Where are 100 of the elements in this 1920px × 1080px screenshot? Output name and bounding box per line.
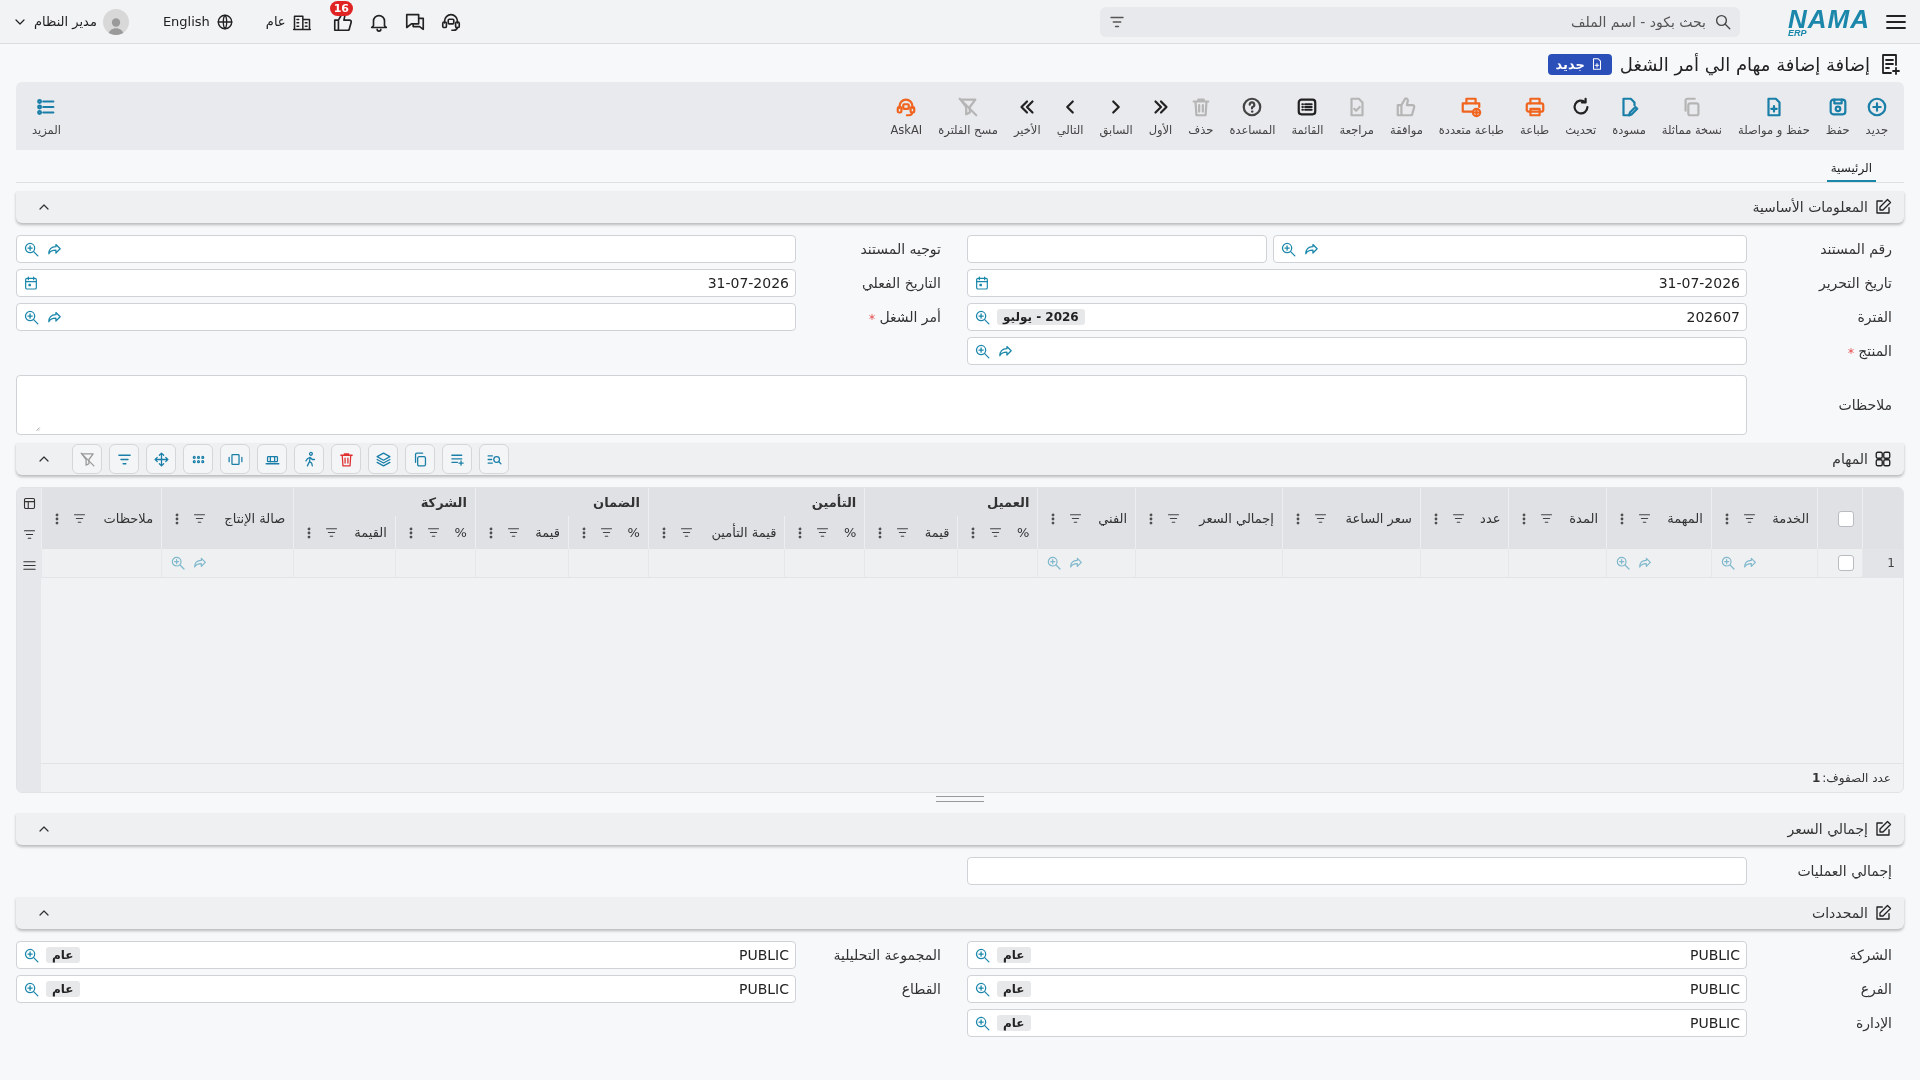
tab[interactable]: الرئيسية [1826,156,1876,182]
column-header[interactable]: % [568,516,649,549]
lookup-field[interactable] [16,303,796,331]
toolbar-button[interactable]: مسح الفلترة [932,91,1004,141]
filter-icon[interactable] [1637,511,1652,526]
toolbar-button[interactable]: المساعدة [1223,91,1282,141]
lookup-field[interactable] [967,337,1747,365]
filter-icon[interactable] [988,525,1004,540]
column-header[interactable]: المهمة [1606,488,1712,549]
column-header[interactable]: % [957,516,1038,549]
search-field[interactable]: بحث بكود - اسم الملف [1100,6,1740,37]
filter-icon[interactable] [72,511,87,526]
company-name[interactable]: عام [265,14,286,29]
notes-field[interactable] [16,375,1747,435]
column-header[interactable]: سعر الساعة [1282,488,1421,549]
column-header[interactable]: الفني [1037,488,1136,549]
filter-icon[interactable] [1068,511,1084,526]
copy-button[interactable] [405,444,435,474]
column-header[interactable]: % [784,516,865,549]
filter-icon[interactable] [21,527,37,542]
list-search-button[interactable] [479,444,509,474]
checkbox[interactable] [1838,555,1854,571]
column-header[interactable]: القيمة [293,516,396,549]
user-name[interactable]: مدير النظام [34,14,97,29]
column-header[interactable]: إجمالي السعر [1135,488,1283,549]
checkbox[interactable] [1838,510,1854,527]
filter-icon[interactable] [1313,511,1328,526]
search-plus-icon[interactable] [974,308,991,326]
toolbar-button[interactable]: الأخير [1007,91,1047,141]
toolbar-button[interactable]: الأول [1142,91,1179,141]
rows-button[interactable] [257,444,287,474]
filter-button[interactable] [109,444,139,474]
frame-button[interactable] [220,444,250,474]
toolbar-button[interactable]: موافقة [1384,91,1429,141]
dots-button[interactable] [183,444,213,474]
filter-icon[interactable] [505,525,521,540]
toolbar-button[interactable]: نسخة مماثلة [1655,91,1728,141]
search-plus-icon[interactable] [23,946,40,964]
layers-button[interactable] [368,444,398,474]
toolbar-button[interactable]: مراجعة [1333,91,1381,141]
trash-button[interactable] [331,444,361,474]
filter-icon[interactable] [1450,511,1466,526]
search-plus-icon[interactable] [23,308,40,326]
column-header[interactable]: ملاحظات [41,488,162,549]
resize-handle[interactable] [936,796,984,802]
filter-icon[interactable] [1539,511,1555,526]
section-title: إجمالي السعر [1787,821,1868,837]
column-header[interactable]: قيمة [475,516,569,549]
search-plus-icon[interactable] [1280,240,1297,258]
column-header[interactable]: % [395,516,476,549]
menu-icon[interactable] [21,558,37,573]
field-label: توجيه المستند [860,241,941,257]
search-plus-icon[interactable] [23,980,40,998]
toolbar-button[interactable]: AskAI [884,91,929,141]
field-label: المنتج [1858,343,1892,359]
toolbar-button[interactable]: طباعة [1514,91,1556,141]
toolbar-button[interactable]: حفظ و مواصلة [1732,91,1816,141]
search-plus-icon[interactable] [974,1014,991,1032]
toolbar-button[interactable]: حفظ [1819,91,1856,141]
filter-icon[interactable] [1166,511,1182,526]
toolbar-button[interactable]: جديد [1859,91,1894,141]
column-header[interactable]: الخدمة [1711,488,1818,549]
table-icon[interactable] [21,496,37,511]
toolbar-button[interactable]: مسودة [1606,91,1652,141]
filter-icon[interactable] [815,525,831,540]
date-field[interactable]: 31-07-2026 [16,269,796,297]
input-field[interactable] [967,857,1747,885]
filter-icon[interactable] [895,525,911,540]
filter-icon[interactable] [598,525,614,540]
toolbar-button[interactable]: التالي [1050,91,1090,141]
input-field[interactable] [967,235,1267,263]
search-plus-icon[interactable] [974,980,991,998]
toolbar-button[interactable]: طباعة متعددة [1432,91,1510,141]
move-button[interactable] [146,444,176,474]
column-header[interactable]: قيمة [864,516,958,549]
trash-icon [337,450,355,468]
avatar-icon[interactable] [102,8,129,35]
toolbar-button[interactable]: القائمة [1285,91,1330,141]
toolbar-button[interactable]: تحديث [1559,91,1603,141]
filter-icon[interactable] [678,525,694,540]
more-button[interactable]: المزيد [26,91,67,141]
column-header[interactable]: قيمة التأمين [648,516,785,549]
column-header[interactable]: عدد [1420,488,1509,549]
filter-icon[interactable] [425,525,441,540]
runner-button[interactable] [294,444,324,474]
search-plus-icon[interactable] [974,342,991,360]
toolbar-button[interactable]: حذف [1182,91,1220,141]
filter-icon[interactable] [192,511,208,526]
search-plus-icon[interactable] [974,946,991,964]
list-add-button[interactable] [442,444,472,474]
lookup-field[interactable] [16,235,796,263]
column-header[interactable]: المدة [1508,488,1607,549]
toolbar-button[interactable]: السابق [1093,91,1139,141]
date-field[interactable]: 31-07-2026 [967,269,1747,297]
search-plus-icon[interactable] [23,240,40,258]
filter-off-button[interactable] [72,444,102,474]
lookup-field[interactable] [1273,235,1747,263]
column-header[interactable]: صالة الإنتاج [161,488,294,549]
filter-icon[interactable] [324,525,340,540]
filter-icon[interactable] [1741,511,1757,526]
